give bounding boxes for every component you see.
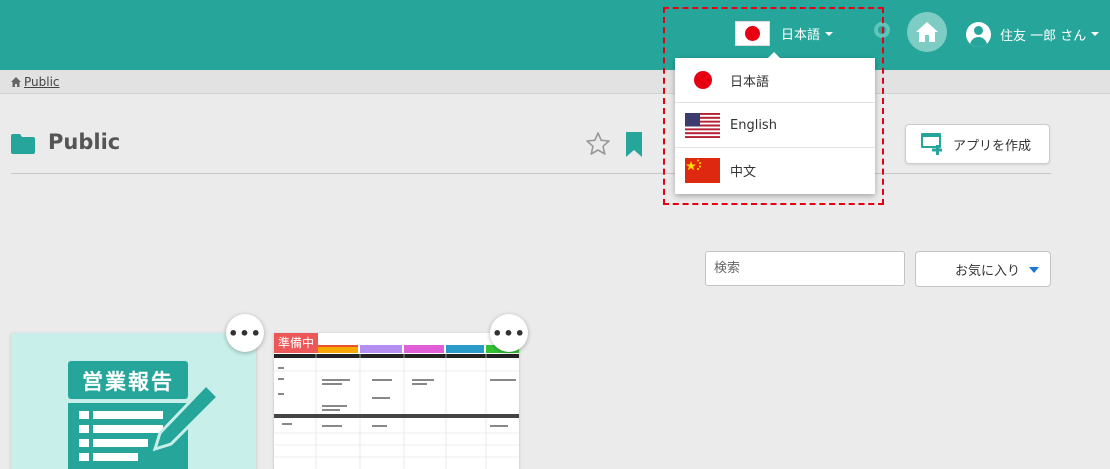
japan-flag-icon — [694, 71, 712, 89]
create-app-label: アプリを作成 — [953, 138, 1032, 154]
breadcrumb: Public — [0, 70, 1110, 94]
home-icon — [11, 76, 21, 87]
spreadsheet-thumbnail — [274, 333, 519, 469]
app-card[interactable]: 営業報告 — [11, 333, 256, 469]
language-option-label: English — [730, 117, 777, 133]
language-option-label: 中文 — [730, 165, 757, 180]
gear-icon[interactable] — [872, 20, 892, 40]
page-title-row: Public アプリを作成 — [11, 124, 1051, 174]
avatar-icon — [966, 21, 991, 47]
caret-down-icon — [1091, 32, 1100, 36]
create-app-button[interactable]: アプリを作成 — [905, 124, 1050, 164]
card-more-button[interactable]: ••• — [226, 314, 264, 352]
favorites-filter-select[interactable]: お気に入り — [915, 251, 1051, 287]
language-option-japanese[interactable]: 日本語 — [675, 58, 875, 103]
language-selector[interactable]: 日本語 — [735, 21, 834, 46]
search-input[interactable] — [705, 251, 905, 286]
bookmark-icon[interactable] — [626, 132, 642, 157]
card-more-button[interactable]: ••• — [490, 314, 528, 352]
home-button[interactable] — [907, 12, 947, 52]
japan-flag-icon — [735, 21, 770, 46]
language-option-english[interactable]: English — [675, 103, 875, 148]
user-menu[interactable]: 住友 一郎 さん — [966, 21, 1100, 47]
user-name: 住友 一郎 さん — [1000, 28, 1087, 44]
language-option-chinese[interactable]: 中文 — [675, 148, 875, 193]
folder-icon — [11, 134, 35, 154]
caret-down-icon — [1029, 267, 1039, 273]
breadcrumb-link-public[interactable]: Public — [24, 75, 60, 89]
filter-selected-label: お気に入り — [954, 263, 1020, 279]
language-dropdown-menu: 日本語 English 中文 — [675, 52, 875, 194]
sales-report-icon: 営業報告 — [68, 361, 221, 469]
china-flag-icon — [685, 158, 720, 183]
language-option-label: 日本語 — [730, 74, 770, 90]
caret-down-icon — [825, 31, 834, 36]
star-icon[interactable] — [585, 131, 611, 157]
card-thumbnail-title: 営業報告 — [82, 370, 174, 394]
current-language-label: 日本語 — [781, 28, 821, 43]
top-header: 日本語 住友 一郎 さん — [0, 0, 1110, 70]
add-app-icon — [921, 133, 942, 155]
app-card[interactable] — [274, 333, 519, 469]
page-title: Public — [48, 130, 121, 154]
home-icon — [916, 22, 938, 42]
status-badge: 準備中 — [274, 333, 319, 353]
us-flag-icon — [685, 112, 720, 138]
